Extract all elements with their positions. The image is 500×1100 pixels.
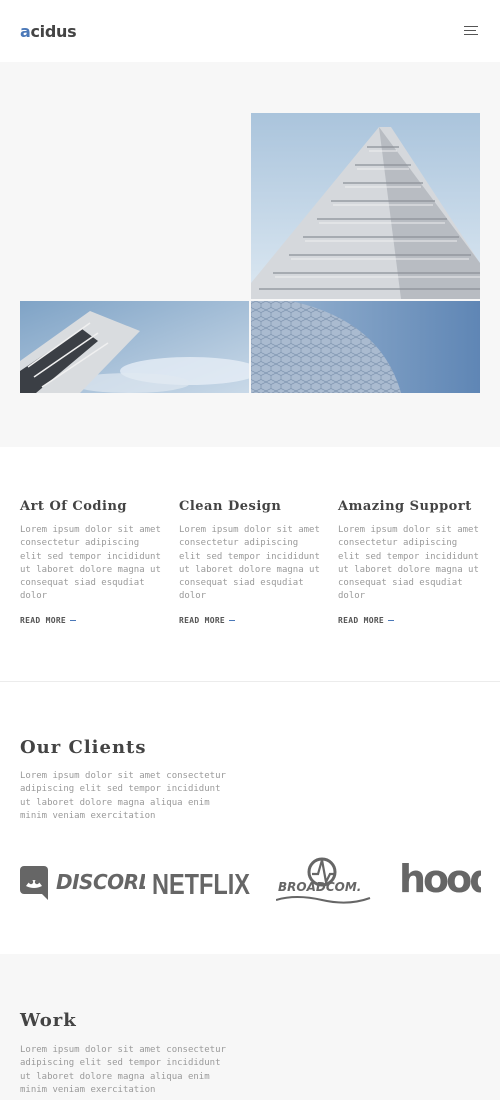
netflix-logo-text: NETFLIX — [152, 869, 251, 901]
read-more-label: READ MORE — [338, 615, 385, 625]
feature-clean-design: Clean Design Lorem ipsum dolor sit amet … — [179, 499, 324, 627]
dash-icon — [388, 619, 395, 621]
features-section: Art Of Coding Lorem ipsum dolor sit amet… — [0, 447, 500, 681]
discord-logo[interactable]: DISCORD — [20, 854, 155, 914]
feature-art-of-coding: Art Of Coding Lorem ipsum dolor sit amet… — [20, 499, 165, 627]
logo[interactable]: acidus — [20, 22, 77, 41]
read-more-link[interactable]: READ MORE — [20, 615, 77, 625]
dome-photo — [251, 301, 480, 393]
feature-title: Amazing Support — [338, 499, 472, 514]
hamburger-icon[interactable] — [464, 26, 478, 36]
read-more-link[interactable]: READ MORE — [338, 615, 395, 625]
discord-logo-text: DISCORD — [56, 870, 145, 894]
broadcom-logo-text: BROADCOM. — [278, 880, 361, 894]
hooq-logo-text: hooq — [399, 857, 481, 901]
broadcom-logo[interactable]: BROADCOM. — [275, 854, 376, 914]
section-text: Lorem ipsum dolor sit amet consectetur a… — [20, 771, 226, 821]
section-title: Work — [20, 1010, 77, 1031]
clients-section: Our Clients Lorem ipsum dolor sit amet c… — [0, 682, 500, 954]
feature-title: Clean Design — [179, 499, 282, 514]
building-photo-angled — [20, 301, 249, 393]
dash-icon — [70, 619, 77, 621]
work-section: Work Lorem ipsum dolor sit amet consecte… — [0, 954, 500, 1100]
building-photo-large — [251, 113, 480, 299]
hero-gallery — [0, 62, 500, 447]
feature-amazing-support: Amazing Support Lorem ipsum dolor sit am… — [338, 499, 483, 627]
logo-text: cidus — [30, 22, 77, 41]
dash-icon — [229, 619, 236, 621]
section-text: Lorem ipsum dolor sit amet consectetur a… — [20, 1045, 226, 1095]
read-more-link[interactable]: READ MORE — [179, 615, 236, 625]
netflix-logo[interactable]: NETFLIX — [152, 854, 257, 914]
section-title: Our Clients — [20, 737, 147, 758]
logo-accent: a — [20, 22, 31, 41]
client-logos: DISCORD NETFLIX BROADCOM. hooq — [0, 854, 500, 914]
feature-text: Lorem ipsum dolor sit amet consectetur a… — [179, 525, 320, 602]
read-more-label: READ MORE — [179, 615, 226, 625]
feature-title: Art Of Coding — [20, 499, 127, 514]
read-more-label: READ MORE — [20, 615, 67, 625]
feature-text: Lorem ipsum dolor sit amet consectetur a… — [338, 525, 479, 602]
site-header: acidus — [0, 0, 500, 62]
feature-text: Lorem ipsum dolor sit amet consectetur a… — [20, 525, 161, 602]
hooq-logo[interactable]: hooq — [399, 854, 497, 914]
